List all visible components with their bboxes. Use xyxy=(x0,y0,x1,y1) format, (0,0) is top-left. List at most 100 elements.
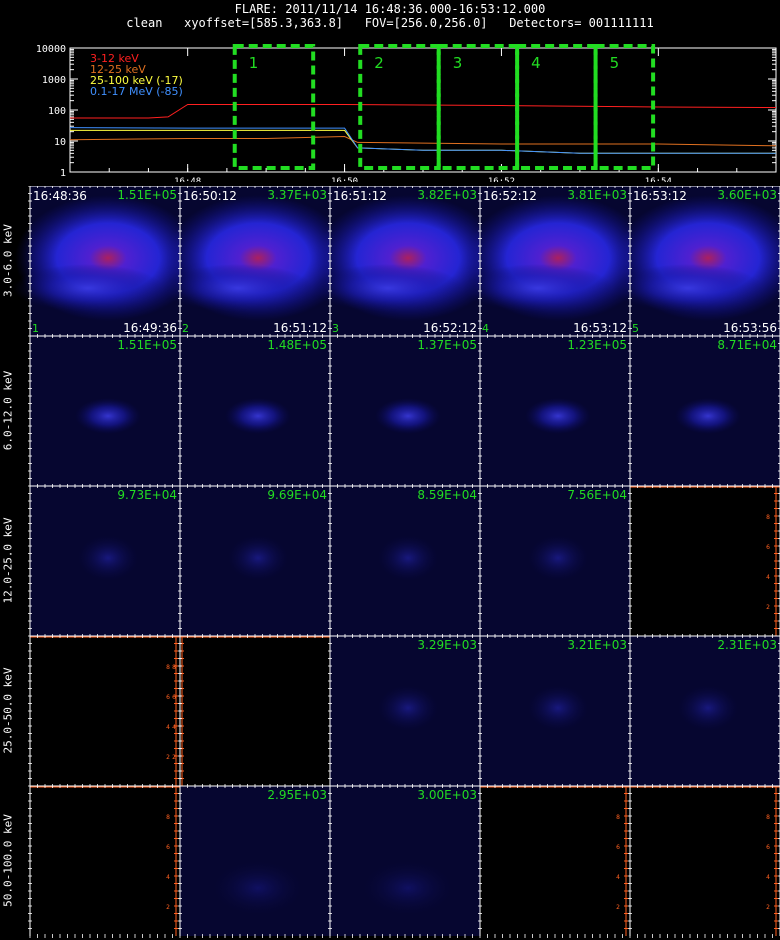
image-panel: 2.95E+03 xyxy=(180,786,330,936)
empty-axis-label: 8 xyxy=(616,814,620,821)
panel-max-value: 2.95E+03 xyxy=(267,788,327,802)
panel-max-value: 3.29E+03 xyxy=(417,638,477,652)
x-tick-label: 16:50 xyxy=(331,177,358,182)
panel-end-time: 16:53:12 xyxy=(573,321,627,335)
panel-max-value: 1.48E+05 xyxy=(267,338,327,352)
empty-panel-bg xyxy=(630,486,780,636)
panel-end-time: 16:49:36 xyxy=(123,321,177,335)
image-panel: 1.51E+05 xyxy=(30,336,180,486)
energy-row-label: 25.0-50.0 keV xyxy=(1,667,15,754)
empty-panel-bg xyxy=(30,636,180,786)
panel-max-value: 1.37E+05 xyxy=(417,338,477,352)
image-panel: 2 4 6 8 xyxy=(480,786,630,936)
image-panel: 3.60E+03 xyxy=(613,186,780,336)
empty-axis-label: 8 xyxy=(172,664,176,671)
panel-max-value: 3.21E+03 xyxy=(567,638,627,652)
source-emission-tail xyxy=(613,264,763,312)
lightcurve-plot: 10000 1000 100 10 1 16:48 16:50 16:52 16:54 1 2 3 4 5… xyxy=(36,44,777,182)
energy-row-label: 6.0-12.0 keV xyxy=(1,370,15,451)
image-panel: 1.48E+05 xyxy=(180,336,330,486)
source-emission xyxy=(528,685,588,731)
image-panel: 2 4 6 8 xyxy=(630,786,780,936)
source-emission xyxy=(375,398,441,434)
image-panel: 3.29E+03 xyxy=(330,636,480,786)
image-panel: 7.56E+04 xyxy=(480,486,630,636)
image-panel: 9.73E+04 xyxy=(30,486,180,636)
plot-title: FLARE: 2011/11/14 16:48:36.000-16:53:12.… xyxy=(234,2,546,16)
panel-end-time: 16:52:12 xyxy=(423,321,477,335)
y-tick-label: 100 xyxy=(48,106,66,117)
source-emission xyxy=(228,535,288,581)
source-emission xyxy=(75,398,141,434)
panel-end-time: 16:53:56 xyxy=(723,321,777,335)
panel-max-value: 9.69E+04 xyxy=(267,488,327,502)
image-panel: 2 4 6 8 xyxy=(30,636,180,786)
source-emission xyxy=(678,685,738,731)
y-tick-label: 1 xyxy=(60,168,66,179)
source-emission-tail xyxy=(163,264,313,312)
empty-axis-label: 6 xyxy=(166,694,170,701)
panel-max-value: 2.31E+03 xyxy=(717,638,777,652)
empty-axis-label: 6 xyxy=(166,844,170,851)
panel-start-time: 16:50:12 xyxy=(183,189,237,203)
empty-axis-label: 4 xyxy=(172,724,176,731)
panel-start-time: 16:51:12 xyxy=(333,189,387,203)
panel-index-label: 3 xyxy=(332,322,339,335)
panel-max-value: 9.73E+04 xyxy=(117,488,177,502)
empty-panel-bg xyxy=(180,636,330,786)
source-emission xyxy=(363,861,453,915)
empty-axis-label: 2 xyxy=(166,754,170,761)
empty-axis-label: 6 xyxy=(766,544,770,551)
panel-start-time: 16:52:12 xyxy=(483,189,537,203)
interval-label: 2 xyxy=(374,54,384,72)
empty-axis-label: 8 xyxy=(766,814,770,821)
panel-start-time: 16:48:36 xyxy=(33,189,87,203)
source-emission xyxy=(78,535,138,581)
source-emission-tail xyxy=(13,264,163,312)
x-tick-label: 16:48 xyxy=(174,177,201,182)
interval-label: 1 xyxy=(249,54,259,72)
panel-max-value: 7.56E+04 xyxy=(567,488,627,502)
energy-row-label: 3.0-6.0 keV xyxy=(1,224,15,297)
empty-axis-label: 8 xyxy=(166,814,170,821)
image-panel: 8.71E+04 xyxy=(630,336,780,486)
empty-panel-bg xyxy=(30,786,180,936)
image-panel: 8.59E+04 xyxy=(330,486,480,636)
empty-axis-label: 4 xyxy=(616,874,620,881)
image-grid: 1.51E+05 3.37E+03 3.82E+03 3.81E+03 3.60E+03… xyxy=(13,186,780,938)
image-panel: 1.23E+05 xyxy=(480,336,630,486)
empty-axis-label: 2 xyxy=(166,904,170,911)
panel-max-value: 3.82E+03 xyxy=(417,188,477,202)
energy-row-label: 12.0-25.0 keV xyxy=(1,517,15,604)
energy-row-label: 50.0-100.0 keV xyxy=(1,814,15,907)
interval-label: 5 xyxy=(610,54,620,72)
y-tick-label: 1000 xyxy=(42,75,66,86)
empty-axis-label: 6 xyxy=(766,844,770,851)
interval-label: 3 xyxy=(453,54,463,72)
empty-panel-bg xyxy=(480,786,630,936)
panel-max-value: 1.23E+05 xyxy=(567,338,627,352)
empty-axis-label: 6 xyxy=(616,844,620,851)
y-tick-label: 10000 xyxy=(36,44,66,55)
image-panel: 2 4 6 8 xyxy=(172,636,330,786)
source-emission xyxy=(213,861,303,915)
x-tick-label: 16:52 xyxy=(488,177,515,182)
empty-panel-bg xyxy=(630,786,780,936)
source-emission xyxy=(378,685,438,731)
source-emission-tail xyxy=(463,264,613,312)
empty-axis-label: 4 xyxy=(766,874,770,881)
legend-entry: 0.1-17 MeV (-85) xyxy=(90,85,183,98)
x-tick-label: 16:54 xyxy=(645,177,672,182)
image-panel: 3.00E+03 xyxy=(330,786,480,936)
empty-axis-label: 2 xyxy=(616,904,620,911)
empty-axis-label: 2 xyxy=(766,904,770,911)
panel-max-value: 3.37E+03 xyxy=(267,188,327,202)
panel-index-label: 4 xyxy=(482,322,489,335)
empty-axis-label: 2 xyxy=(172,754,176,761)
panel-start-time: 16:53:12 xyxy=(633,189,687,203)
interval-label: 4 xyxy=(531,54,541,72)
panel-max-value: 3.81E+03 xyxy=(567,188,627,202)
source-emission xyxy=(378,535,438,581)
panel-max-value: 1.51E+05 xyxy=(117,188,177,202)
plot-subtitle: clean xyoffset=[585.3,363.8] FOV=[256.0,… xyxy=(126,16,654,30)
